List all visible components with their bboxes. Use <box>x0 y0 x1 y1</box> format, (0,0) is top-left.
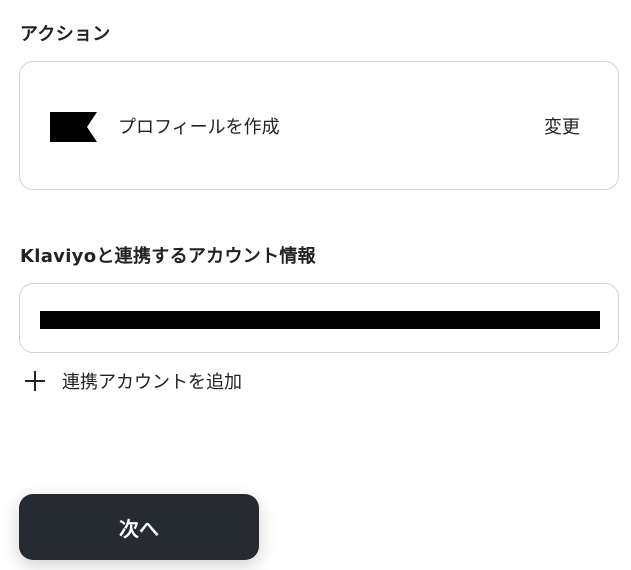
next-button[interactable]: 次へ <box>19 494 259 560</box>
redacted-account-value <box>40 311 600 329</box>
add-account-button[interactable]: 連携アカウントを追加 <box>24 368 242 394</box>
action-section-label: アクション <box>20 24 111 45</box>
klaviyo-flag-icon <box>50 112 97 142</box>
action-name: プロフィールを作成 <box>118 117 280 138</box>
change-action-button[interactable]: 変更 <box>544 113 580 139</box>
action-card: プロフィールを作成 変更 <box>19 61 619 190</box>
plus-icon <box>24 370 46 392</box>
add-account-label: 連携アカウントを追加 <box>62 372 242 393</box>
account-section-label: Klaviyoと連携するアカウント情報 <box>20 246 316 267</box>
account-select[interactable] <box>19 283 619 353</box>
page: アクション プロフィールを作成 変更 Klaviyoと連携するアカウント情報 連… <box>0 0 631 570</box>
